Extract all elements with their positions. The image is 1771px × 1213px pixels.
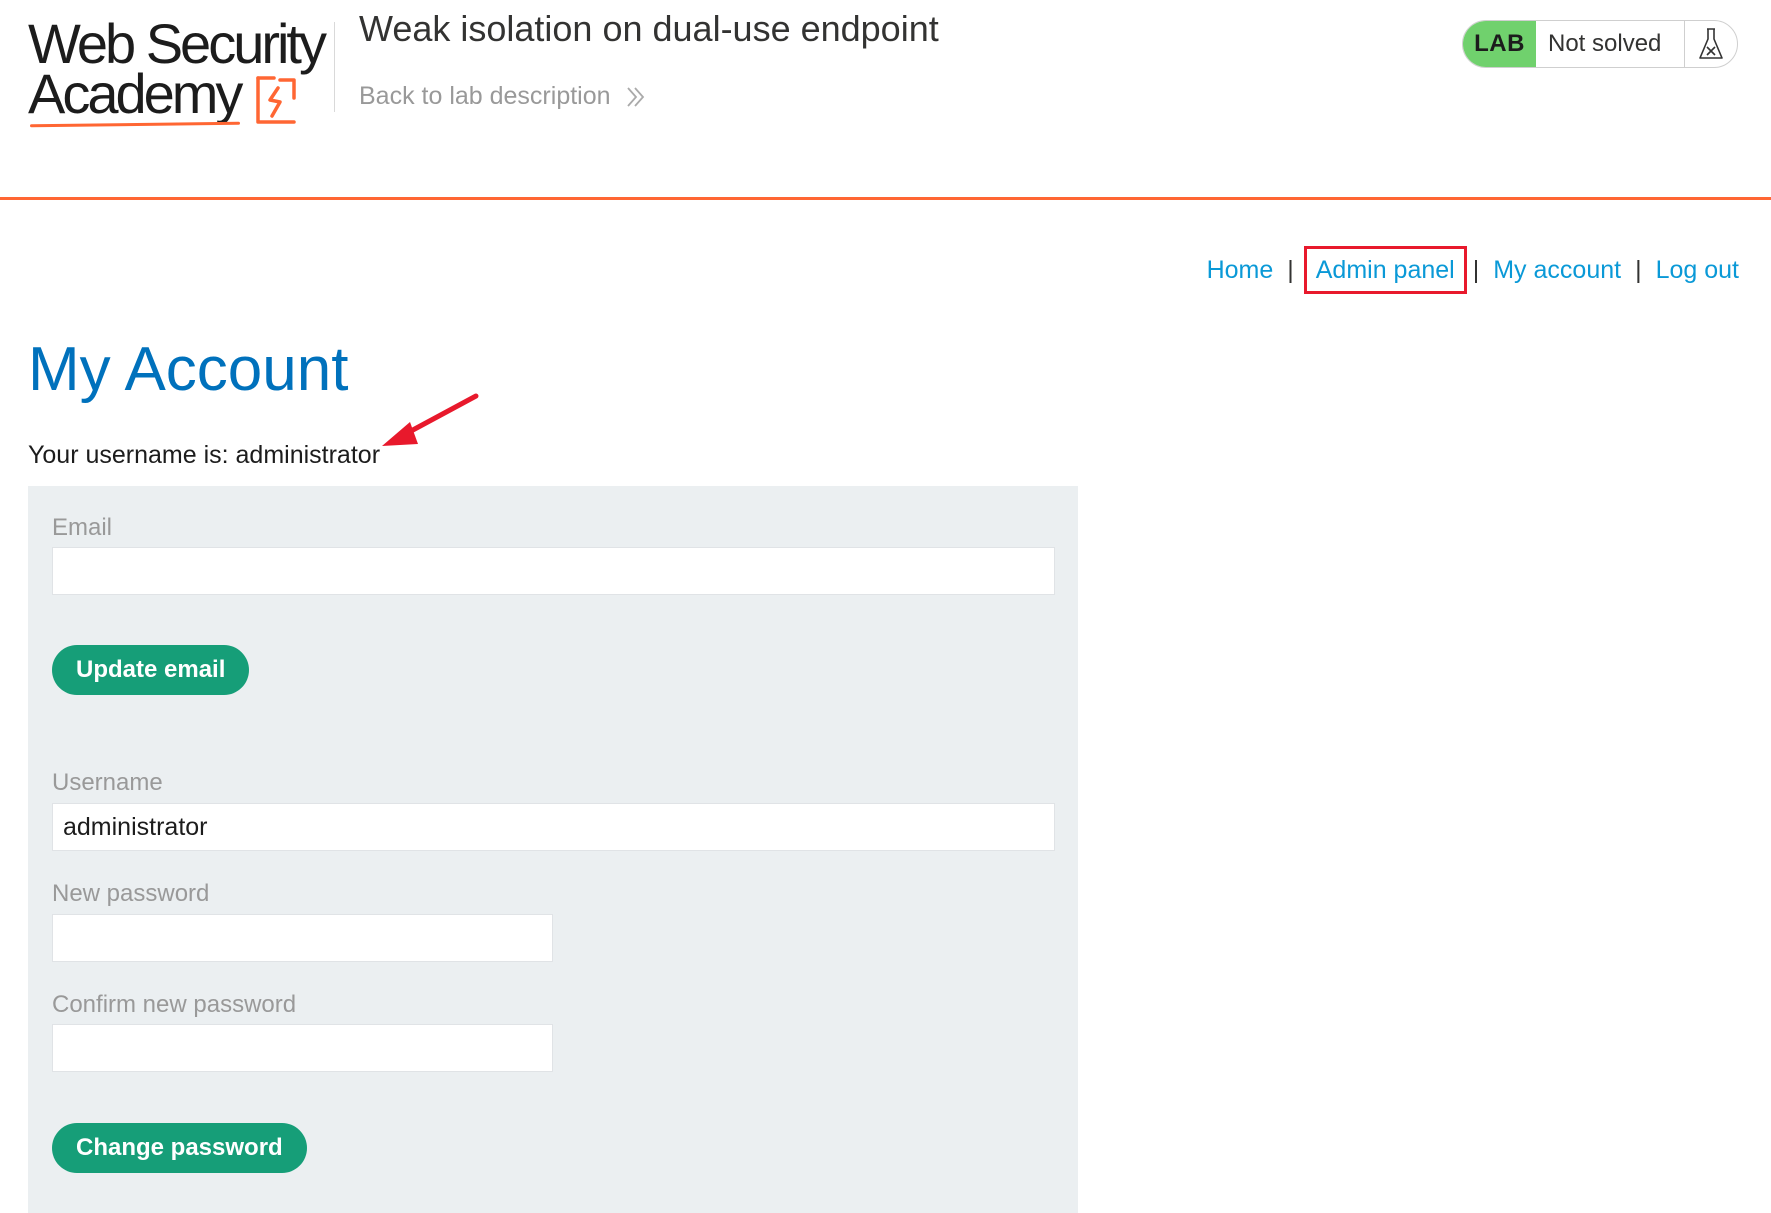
lab-header: Web Security Academy Weak isolation on d… [0,0,1771,200]
lab-title: Weak isolation on dual-use endpoint [359,8,939,49]
top-navigation: Home | Admin panel | My account | Log ou… [1207,246,1739,294]
lab-status-text: Not solved [1548,30,1662,57]
username-label: Username [52,769,163,796]
confirm-password-field[interactable] [52,1024,553,1072]
page-title: My Account [28,335,349,404]
flask-icon-svg [1699,28,1723,59]
logo-text-line2: Academy [28,62,243,125]
nav-my-account-link[interactable]: My account [1493,256,1621,285]
lab-badge: LAB [1463,21,1536,67]
double-chevron-right-icon [626,86,644,107]
nav-log-out-link[interactable]: Log out [1656,256,1739,285]
new-password-field[interactable] [52,914,553,962]
logo-lightning-icon [256,76,296,124]
back-to-lab-description-link[interactable]: Back to lab description [359,82,647,111]
header-divider [334,22,335,112]
lab-status-widget: LAB Not solved [1462,20,1738,68]
username-field[interactable] [52,803,1055,851]
admin-panel-highlight-box: Admin panel [1303,246,1467,294]
annotation-arrow-icon [382,393,479,446]
confirm-password-label: Confirm new password [52,991,297,1018]
account-forms-panel: Email Update email Username New password… [28,486,1078,1213]
back-link-label: Back to lab description [359,82,611,110]
email-label: Email [52,514,113,541]
new-password-label: New password [52,880,210,907]
nav-admin-panel-link[interactable]: Admin panel [1316,256,1455,285]
nav-separator: | [1635,255,1642,284]
nav-home-link[interactable]: Home [1207,256,1274,285]
web-security-academy-logo[interactable]: Web Security Academy [28,12,338,128]
flask-icon [1684,21,1737,67]
change-password-button[interactable]: Change password [52,1123,307,1173]
update-email-button[interactable]: Update email [52,645,250,695]
email-field[interactable] [52,547,1055,595]
nav-separator: | [1472,255,1480,284]
username-display: Your username is: administrator [28,441,381,469]
nav-separator: | [1287,255,1294,284]
